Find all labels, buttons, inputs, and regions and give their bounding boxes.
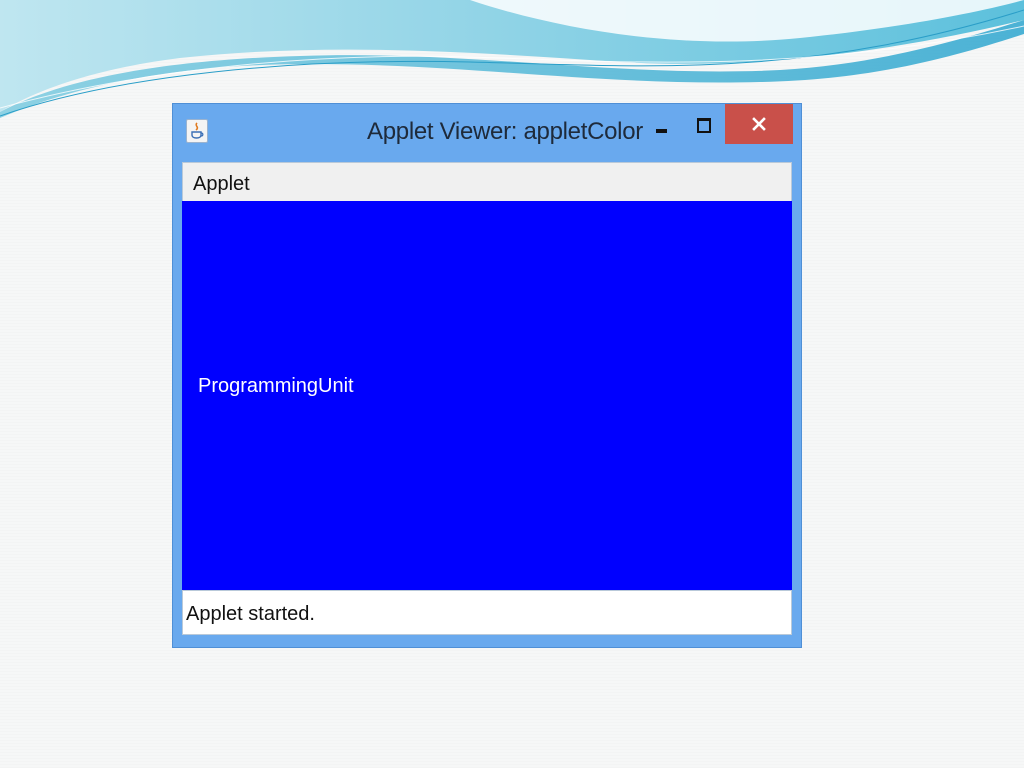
status-bar: Applet started. xyxy=(182,590,792,635)
applet-canvas: ProgrammingUnit xyxy=(182,201,792,590)
decorative-wave-banner xyxy=(0,0,1024,118)
status-text: Applet started. xyxy=(186,603,315,625)
maximize-icon xyxy=(697,118,711,133)
applet-viewer-window: Applet Viewer: appletColor Applet Progra… xyxy=(172,103,802,648)
menu-item-applet[interactable]: Applet xyxy=(193,173,250,196)
minimize-button[interactable] xyxy=(647,114,679,144)
menu-bar: Applet xyxy=(182,162,792,202)
title-bar[interactable]: Applet Viewer: appletColor xyxy=(173,104,801,162)
close-icon xyxy=(752,117,766,131)
close-button[interactable] xyxy=(725,104,793,144)
minimize-icon xyxy=(656,129,667,133)
maximize-button[interactable] xyxy=(689,114,721,144)
applet-drawn-text: ProgrammingUnit xyxy=(198,375,354,397)
